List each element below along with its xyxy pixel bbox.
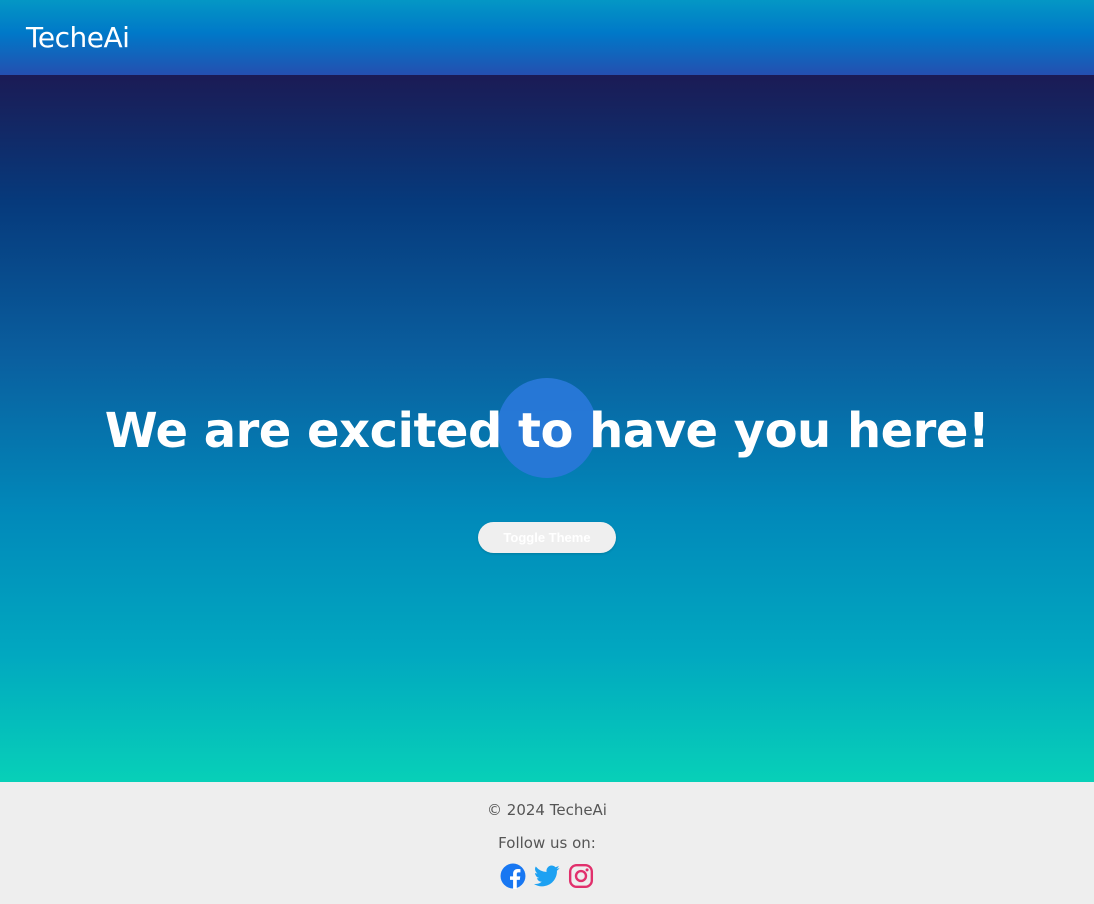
page: TecheAi We are excited to have you here!… [0,0,1094,904]
follow-us-text: Follow us on: [498,834,596,852]
toggle-theme-button[interactable]: Toggle Theme [478,522,616,553]
hero-headline: We are excited to have you here! [104,403,990,459]
hero-section: We are excited to have you here! Toggle … [0,75,1094,782]
facebook-icon [500,863,526,889]
brand-logo[interactable]: TecheAi [26,20,130,56]
instagram-link[interactable] [568,863,594,889]
twitter-icon [534,863,560,889]
instagram-icon [568,863,594,889]
site-header: TecheAi [0,0,1094,75]
social-links [500,863,594,889]
facebook-link[interactable] [500,863,526,889]
copyright-text: © 2024 TecheAi [487,801,607,819]
twitter-link[interactable] [534,863,560,889]
site-footer: © 2024 TecheAi Follow us on: [0,782,1094,904]
